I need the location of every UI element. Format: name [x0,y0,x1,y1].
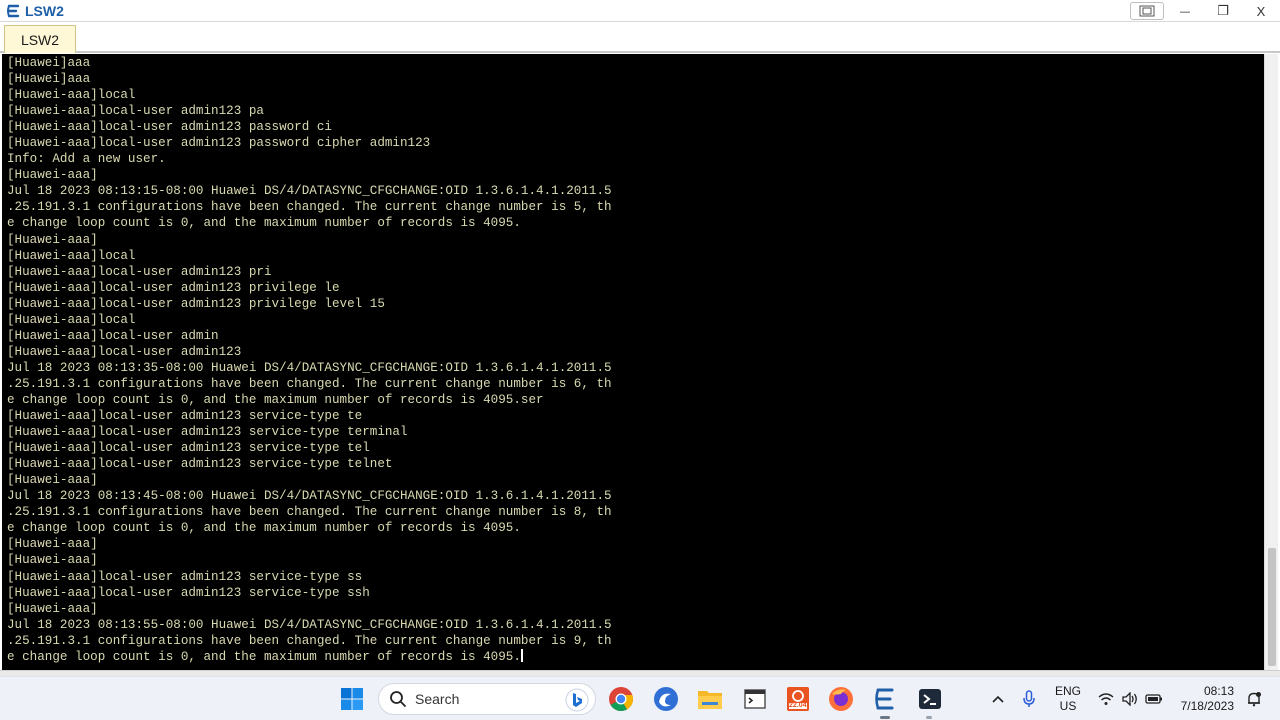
terminal-line: [Huawei-aaa]local-user admin123 service-… [7,569,363,584]
terminal-line: [Huawei-aaa]local-user admin123 service-… [7,457,393,472]
maximize-icon: ❐ [1217,3,1229,19]
firefox-icon[interactable] [827,685,855,713]
ubuntu-icon[interactable]: 22.04 [784,685,812,713]
microphone-icon[interactable] [1015,685,1043,713]
terminal-line: [Huawei]aaa [7,72,91,87]
terminal-line: Jul 18 2023 08:13:15-08:00 Huawei DS/4/D… [7,184,612,199]
terminal-line: [Huawei-aaa]local-user admin123 service-… [7,409,363,424]
terminal-cursor [520,648,523,662]
window-controls: — ❐ X [1128,0,1280,22]
clock-time: 08:13 [1203,684,1234,698]
keyboard-region: US [1059,699,1077,713]
search-icon [390,691,406,707]
ensp-icon[interactable] [871,685,899,713]
terminal-line: [Huawei-aaa] [7,537,98,552]
taskbar-search[interactable]: Search [378,683,596,715]
restore-down-button[interactable] [1130,2,1164,20]
file-explorer-icon[interactable] [696,685,724,713]
maximize-button[interactable]: ❐ [1204,0,1242,22]
restore-down-icon [1139,5,1155,17]
clock[interactable]: 08:13 7/18/2023 [1170,684,1234,714]
minimize-icon: — [1179,4,1191,18]
terminal-line: [Huawei-aaa]local-user admin123 [7,344,242,359]
terminal-line: e change loop count is 0, and the maximu… [7,521,521,536]
title-bar: LSW2 — ❐ X [0,0,1280,22]
terminal-line: [Huawei-aaa]local-user admin123 password… [7,136,431,151]
terminal-line: [Huawei-aaa]local-user admin123 pa [7,104,264,119]
active-app-indicator [880,716,890,719]
terminal-line: [Huawei-aaa]local [7,248,136,263]
terminal-line: .25.191.3.1 configurations have been cha… [7,200,612,215]
start-icon[interactable] [338,685,366,713]
bing-icon[interactable] [565,688,589,712]
terminal-line: [Huawei-aaa]local [7,312,136,327]
app-logo-icon [6,3,22,19]
battery-icon[interactable] [1140,685,1168,713]
terminal-line: .25.191.3.1 configurations have been cha… [7,505,612,520]
terminal-line: [Huawei-aaa]local-user admin123 pri [7,264,272,279]
terminal-line: [Huawei-aaa]local-user admin123 privileg… [7,280,340,295]
terminal-line: [Huawei-aaa] [7,601,98,616]
terminal-line: Jul 18 2023 08:13:35-08:00 Huawei DS/4/D… [7,360,612,375]
scrollbar-thumb[interactable] [1268,548,1276,666]
taskbar: Search 22.04 ENG US 08:13 7/18/2023 [0,676,1280,720]
search-label: Search [415,691,460,707]
close-button[interactable]: X [1242,0,1280,22]
tab-strip: LSW2 [0,22,1280,53]
terminal-line: [Huawei-aaa] [7,168,98,183]
terminal-line: e change loop count is 0, and the maximu… [7,216,521,231]
clock-date: 7/18/2023 [1180,699,1234,713]
terminal-line: e change loop count is 0, and the maximu… [7,392,544,407]
terminal-line: [Huawei-aaa]local [7,88,136,103]
terminal-line: [Huawei-aaa]local-user admin123 service-… [7,441,370,456]
terminal-line: e change loop count is 0, and the maximu… [7,648,523,664]
terminal-line: [Huawei-aaa]local-user admin123 service-… [7,425,408,440]
notification-icon[interactable] [1240,685,1268,713]
terminal-line: Info: Add a new user. [7,152,166,167]
terminal-app-icon[interactable] [741,685,769,713]
terminal-line: [Huawei-aaa]local-user admin123 privileg… [7,296,385,311]
tab-label: LSW2 [20,31,60,48]
terminal-line: [Huawei-aaa] [7,473,98,488]
terminal-console[interactable]: [Huawei]aaa [Huawei]aaa [Huawei-aaa]local[… [2,54,1264,670]
running-app-indicator [926,716,932,719]
minimize-button[interactable]: — [1166,0,1204,22]
terminal-line: .25.191.3.1 configurations have been cha… [7,633,612,648]
terminal-line: [Huawei]aaa [7,56,91,70]
chrome-icon[interactable] [607,685,635,713]
tab-lsw2[interactable]: LSW2 [4,25,76,53]
close-icon: X [1256,3,1266,19]
browser-icon[interactable] [652,685,680,713]
terminal-line: [Huawei-aaa]local-user admin123 service-… [7,585,370,600]
input-language-indicator[interactable]: ENG US [1050,684,1086,714]
terminal-line: [Huawei-aaa]local-user admin [7,328,219,343]
terminal-line: [Huawei-aaa] [7,553,98,568]
terminal-line: Jul 18 2023 08:13:45-08:00 Huawei DS/4/D… [7,489,612,504]
powershell-icon[interactable] [916,685,944,713]
show-hidden-icons-icon[interactable] [984,685,1012,713]
terminal-line: [Huawei-aaa]local-user admin123 password… [7,120,332,135]
terminal-scrollbar[interactable] [1264,54,1278,670]
terminal-output: [Huawei]aaa [Huawei]aaa [Huawei-aaa]local[… [7,55,612,665]
ubuntu-version-badge: 22.04 [789,702,807,709]
terminal-line: .25.191.3.1 configurations have been cha… [7,376,612,391]
language-code: ENG [1054,684,1081,698]
window-title: LSW2 [25,2,64,19]
terminal-line: Jul 18 2023 08:13:55-08:00 Huawei DS/4/D… [7,617,612,632]
terminal-line: [Huawei-aaa] [7,232,98,247]
